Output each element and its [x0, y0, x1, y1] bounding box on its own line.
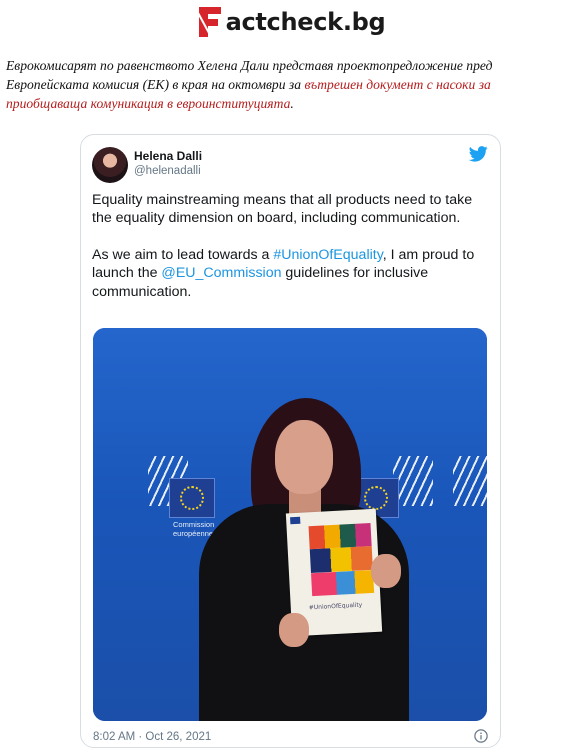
embedded-tweet[interactable]: Helena Dalli @helenadalli Equality mains…	[80, 134, 501, 748]
person-hand	[279, 613, 309, 647]
eu-flag-icon	[169, 478, 215, 518]
avatar[interactable]	[92, 147, 128, 183]
backdrop-stripes	[453, 456, 487, 506]
booklet-artwork	[308, 523, 375, 597]
logo-text: actcheck.bg	[225, 8, 386, 36]
article-paragraph: Еврокомисарят по равенството Хелена Дали…	[6, 56, 572, 113]
tweet-photo[interactable]: Commission européenne #UnionOfEquality	[93, 328, 487, 721]
person-face	[275, 420, 333, 494]
article-text-end: .	[290, 96, 294, 111]
twitter-bird-icon[interactable]	[469, 146, 488, 162]
tweet-text: Equality mainstreaming means that all pr…	[92, 191, 490, 319]
eu-logo-icon	[290, 516, 301, 525]
factcheck-logo[interactable]: actcheck.bg	[0, 4, 580, 40]
tweet-paragraph-1: Equality mainstreaming means that all pr…	[92, 192, 473, 227]
booklet-hashtag: #UnionOfEquality	[308, 601, 363, 612]
author-name[interactable]: Helena Dalli	[134, 149, 202, 163]
hashtag-link[interactable]: #UnionOfEquality	[273, 247, 382, 263]
mention-link[interactable]: @EU_Commission	[161, 265, 281, 281]
tweet-timestamp[interactable]: 8:02 AM · Oct 26, 2021	[93, 731, 211, 743]
backdrop-label: Commission européenne	[173, 520, 215, 538]
info-icon[interactable]	[474, 729, 488, 743]
tweet-text-part: As we aim to lead towards a	[92, 246, 274, 263]
backdrop-stripes	[393, 456, 433, 506]
factcheck-logo-mark	[195, 5, 225, 39]
tweet-paragraph-2: As we aim to lead towards a #UnionOfEqua…	[92, 246, 490, 301]
author-handle[interactable]: @helenadalli	[134, 165, 201, 177]
person-hand	[371, 554, 401, 588]
